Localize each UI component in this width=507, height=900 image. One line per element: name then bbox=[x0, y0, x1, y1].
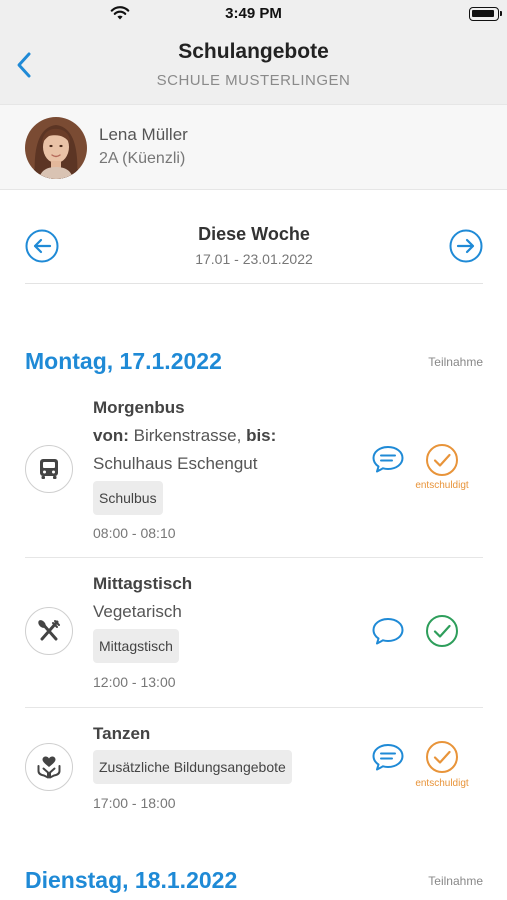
status-time: 3:49 PM bbox=[225, 5, 282, 22]
day-date: Montag, 17.1.2022 bbox=[25, 348, 222, 374]
school-name: SCHULE MUSTERLINGEN bbox=[156, 72, 351, 89]
entry-time: 12:00 - 13:00 bbox=[93, 674, 176, 690]
to-location: Schulhaus Eschengut bbox=[93, 454, 258, 473]
week-label: Diese Woche bbox=[198, 224, 310, 244]
from-location: Birkenstrasse, bbox=[133, 426, 242, 445]
entry-time: 08:00 - 08:10 bbox=[93, 525, 176, 541]
participation-label: Teilnahme bbox=[428, 355, 483, 369]
day-header-tuesday: Dienstag, 18.1.2022 Teilnahme bbox=[25, 867, 483, 897]
student-name: Lena Müller bbox=[99, 125, 188, 144]
cutlery-icon bbox=[25, 607, 73, 655]
participation-label: Teilnahme bbox=[428, 874, 483, 888]
check-circle-icon[interactable] bbox=[425, 443, 459, 477]
day-header-monday: Montag, 17.1.2022 Teilnahme bbox=[25, 348, 483, 378]
category-tag: Mittagstisch bbox=[93, 629, 179, 663]
chat-bubble-icon[interactable] bbox=[371, 444, 405, 474]
page-title: Schulangebote bbox=[178, 40, 329, 63]
arrow-right-circle-icon[interactable] bbox=[449, 229, 483, 263]
week-navigator: Diese Woche 17.01 - 23.01.2022 bbox=[25, 212, 483, 284]
avatar bbox=[25, 117, 87, 179]
chat-bubble-icon[interactable] bbox=[371, 616, 405, 646]
entry-title: Morgenbus bbox=[93, 398, 185, 417]
from-label: von: bbox=[93, 426, 129, 445]
category-tag: Schulbus bbox=[93, 481, 163, 515]
entry-subtitle: Vegetarisch bbox=[93, 602, 182, 621]
entry-time: 17:00 - 18:00 bbox=[93, 795, 176, 811]
heart-hands-icon bbox=[25, 743, 73, 791]
status-bar: 3:49 PM bbox=[0, 0, 507, 28]
bus-icon bbox=[25, 445, 73, 493]
week-range: 17.01 - 23.01.2022 bbox=[195, 251, 313, 267]
chat-bubble-icon[interactable] bbox=[371, 742, 405, 772]
day-date: Dienstag, 18.1.2022 bbox=[25, 867, 238, 893]
student-class: 2A (Küenzli) bbox=[99, 150, 186, 167]
student-profile: Lena Müller 2A (Küenzli) bbox=[0, 104, 507, 190]
entry-title: Tanzen bbox=[93, 724, 151, 743]
check-circle-icon[interactable] bbox=[425, 614, 459, 648]
category-tag: Zusätzliche Bildungsangebote bbox=[93, 750, 292, 784]
list-item-morgenbus[interactable]: Morgenbus von: Birkenstrasse, bis: Schul… bbox=[25, 388, 483, 558]
route-line: von: Birkenstrasse, bis: bbox=[93, 426, 276, 446]
entry-title: Mittagstisch bbox=[93, 574, 193, 593]
battery-icon bbox=[469, 7, 502, 21]
check-circle-icon[interactable] bbox=[425, 740, 459, 774]
status-label: entschuldigt bbox=[415, 480, 469, 491]
list-item-mittagstisch[interactable]: Mittagstisch Vegetarisch Mittagstisch 12… bbox=[25, 558, 483, 708]
status-label: entschuldigt bbox=[415, 778, 469, 789]
navigation-bar: Schulangebote SCHULE MUSTERLINGEN bbox=[0, 28, 507, 104]
to-label: bis: bbox=[246, 426, 277, 445]
list-item-tanzen[interactable]: Tanzen Zusätzliche Bildungsangebote 17:0… bbox=[25, 708, 483, 828]
